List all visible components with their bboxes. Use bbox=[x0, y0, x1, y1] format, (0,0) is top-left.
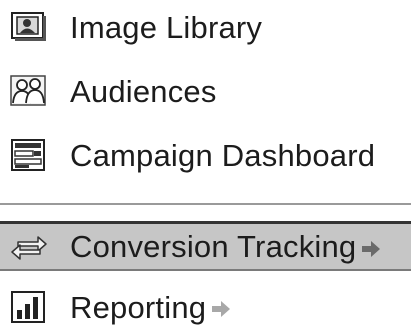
dashboard-icon bbox=[11, 139, 45, 171]
menu-item-image-library[interactable]: Image Library bbox=[0, 0, 411, 54]
reporting-icon bbox=[11, 291, 45, 323]
menu-item-label: Image Library bbox=[70, 9, 263, 45]
menu-item-label: Reporting bbox=[70, 292, 232, 323]
menu-item-audiences[interactable]: Audiences bbox=[0, 64, 411, 118]
arrow-right-icon bbox=[212, 301, 231, 318]
image-library-icon bbox=[11, 12, 46, 41]
arrow-right-icon bbox=[362, 240, 381, 257]
menu-item-label: Campaign Dashboard bbox=[70, 137, 376, 173]
menu-item-reporting[interactable]: Reporting bbox=[0, 280, 411, 334]
menu-item-conversion-tracking[interactable]: Conversion Tracking bbox=[0, 221, 411, 271]
menu-item-label: Conversion Tracking bbox=[70, 231, 382, 262]
menu-separator bbox=[0, 203, 411, 205]
conversion-tracking-icon bbox=[11, 235, 47, 260]
audiences-icon bbox=[10, 75, 46, 106]
menu-item-label: Audiences bbox=[70, 73, 217, 109]
menu-item-campaign-dashboard[interactable]: Campaign Dashboard bbox=[0, 128, 411, 182]
